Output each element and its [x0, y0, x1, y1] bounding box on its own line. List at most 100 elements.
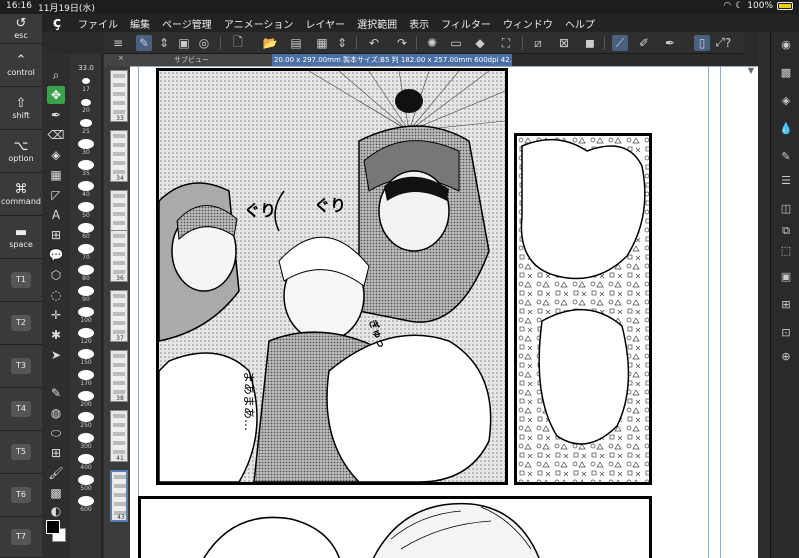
brush-snap-icon[interactable]: ✐ [636, 35, 652, 51]
sliders-icon[interactable]: ☰ [777, 172, 795, 190]
loading-icon[interactable]: ✺ [424, 35, 440, 51]
t7-key[interactable]: T7 [0, 517, 42, 558]
brush-size-item[interactable]: 70 [70, 242, 102, 263]
page-thumbnail[interactable]: 37 [110, 290, 128, 342]
lasso-tool-icon[interactable]: ◌ [47, 286, 65, 304]
command-key[interactable]: ⌘ command [0, 173, 42, 216]
crop-icon[interactable]: ⛶ [498, 35, 514, 51]
zoom-icon[interactable]: ⊕ [777, 348, 795, 366]
square-icon[interactable]: ◼ [582, 35, 598, 51]
color-set-icon[interactable]: ▩ [777, 64, 795, 82]
brush-size-item[interactable]: 100 [70, 305, 102, 326]
new-page-icon[interactable]: 🗋 [230, 35, 246, 51]
brush-size-item[interactable]: 35 [70, 158, 102, 179]
ruler-snap-icon[interactable]: ⟋ [612, 35, 628, 51]
brush-size-item[interactable]: 40 [70, 179, 102, 200]
eyedropper-tool-icon[interactable]: ✎ [47, 384, 65, 402]
brush-size-item[interactable]: 170 [70, 368, 102, 389]
brush-settings-icon[interactable]: ✎ [777, 148, 795, 166]
transform-tool-icon[interactable]: ✛ [47, 306, 65, 324]
brush-size-item[interactable]: 90 [70, 284, 102, 305]
menu-file[interactable]: ファイル [72, 16, 124, 31]
materials-icon[interactable]: ⬚ [777, 242, 795, 260]
operation-tool-icon[interactable]: ➤ [47, 346, 65, 364]
layer-props-icon[interactable]: ▣ [176, 35, 192, 51]
brush-size-item[interactable]: 20 [70, 95, 102, 116]
t2-key[interactable]: T2 [0, 302, 42, 345]
brush-size-item[interactable]: 400 [70, 452, 102, 473]
canvas-scroll-arrow-icon[interactable]: ▼ [748, 66, 754, 75]
navigator-icon[interactable]: ▣ [777, 268, 795, 286]
watercolor-tool-icon[interactable]: ▩ [47, 484, 65, 502]
brush-size-item[interactable]: 600 [70, 494, 102, 515]
app-logo-icon[interactable]: ҫ [42, 15, 72, 31]
transform-icon[interactable]: ⧄ [530, 35, 546, 51]
history-stepper-icon[interactable]: ⇕ [334, 35, 350, 51]
stepper-icon[interactable]: ⇕ [156, 35, 172, 51]
history-icon[interactable]: ▦ [314, 35, 330, 51]
move-tool-icon[interactable]: ✥ [47, 86, 65, 104]
grid-tool-icon[interactable]: ⊞ [47, 444, 65, 462]
page-thumbnail[interactable]: 41 [110, 410, 128, 462]
brush-size-item[interactable]: 30 [70, 137, 102, 158]
canvas-area[interactable]: ▼ ぐり ぐり ぎゅっ まあまあ… [130, 66, 758, 558]
color-wheel-icon[interactable]: ◉ [777, 36, 795, 54]
pen-snap-icon[interactable]: ✒ [662, 35, 678, 51]
color-mix-icon[interactable]: ◈ [777, 92, 795, 110]
figure-tool-icon[interactable]: ◸ [47, 186, 65, 204]
open-folder-icon[interactable]: 📂 [262, 35, 278, 51]
zoom-tool-icon[interactable]: ⌕ [47, 66, 65, 84]
menu-help[interactable]: ヘルプ [559, 16, 601, 31]
fill-tool-icon[interactable]: ◈ [47, 146, 65, 164]
space-key[interactable]: ▬ space [0, 216, 42, 259]
foreground-color-swatch[interactable] [46, 520, 60, 534]
edit-panel-icon[interactable]: ✎ [136, 35, 152, 51]
option-key[interactable]: ⌥ option [0, 130, 42, 173]
esc-key[interactable]: ↺ esc [0, 14, 42, 44]
brush-size-item[interactable]: 500 [70, 473, 102, 494]
brush-size-item[interactable]: 60 [70, 221, 102, 242]
t3-key[interactable]: T3 [0, 345, 42, 388]
control-key[interactable]: ⌃ control [0, 44, 42, 87]
brush-size-item[interactable]: 150 [70, 347, 102, 368]
page-thumbnail[interactable]: 38 [110, 350, 128, 402]
t4-key[interactable]: T4 [0, 388, 42, 431]
page-thumbnail[interactable]: 33 [110, 70, 128, 122]
eraser-tool-icon[interactable]: ⌫ [47, 126, 65, 144]
brush-tool-icon[interactable]: 🖌 [47, 464, 65, 482]
magic-wand-icon[interactable]: ✱ [47, 326, 65, 344]
t5-key[interactable]: T5 [0, 431, 42, 474]
frame-tool-icon[interactable]: ⊞ [47, 226, 65, 244]
history-icon[interactable]: ⊞ [777, 296, 795, 314]
t6-key[interactable]: T6 [0, 474, 42, 517]
sub-view-close-icon[interactable]: × [118, 54, 124, 62]
page-thumbnail[interactable]: 34 [110, 130, 128, 182]
gradient-tool-icon[interactable]: ▦ [47, 166, 65, 184]
pen-tool-icon[interactable]: ✒ [47, 106, 65, 124]
menu-animation[interactable]: アニメーション [218, 16, 300, 31]
page-thumbnail-selected[interactable]: 43 [110, 470, 128, 522]
brush-size-item[interactable]: 120 [70, 326, 102, 347]
menu-filter[interactable]: フィルター [435, 16, 497, 31]
layers-icon[interactable]: ◫ [777, 200, 795, 218]
brush-size-item[interactable]: 25 [70, 116, 102, 137]
bucket-tool-icon[interactable]: ◐ [47, 502, 65, 520]
menu-layer[interactable]: レイヤー [299, 16, 351, 31]
brush-size-item[interactable]: 17 [70, 74, 102, 95]
menu-edit[interactable]: 編集 [124, 16, 156, 31]
hamburger-menu-icon[interactable]: ≡ [110, 35, 126, 51]
blend-tool-icon[interactable]: ◍ [47, 404, 65, 422]
t1-key[interactable]: T1 [0, 259, 42, 302]
redo-icon[interactable]: ↷ [394, 35, 410, 51]
flip-icon[interactable]: ⊠ [556, 35, 572, 51]
menu-selection[interactable]: 選択範囲 [351, 16, 403, 31]
brush-size-item[interactable]: 50 [70, 200, 102, 221]
water-drop-icon[interactable]: 💧 [777, 120, 795, 138]
clear-icon[interactable]: ▭ [448, 35, 464, 51]
menu-page[interactable]: ページ管理 [156, 16, 218, 31]
text-tool-icon[interactable]: A [47, 206, 65, 224]
menu-view[interactable]: 表示 [403, 16, 435, 31]
fill-icon[interactable]: ◆ [472, 35, 488, 51]
save-icon[interactable]: ▤ [288, 35, 304, 51]
brush-size-item[interactable]: 80 [70, 263, 102, 284]
